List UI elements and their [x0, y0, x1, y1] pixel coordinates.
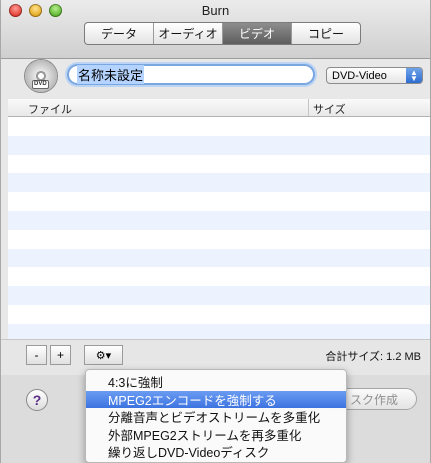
gear-menu-button[interactable]: ⚙▾ — [84, 345, 123, 365]
table-row — [8, 267, 430, 287]
tab-audio[interactable]: オーディオ — [154, 23, 223, 44]
format-popup-value: DVD-Video — [332, 69, 387, 82]
table-row — [8, 229, 430, 249]
tab-data[interactable]: データ — [85, 23, 154, 44]
table-header: ファイル サイズ — [8, 99, 430, 117]
table-row — [8, 192, 430, 211]
mode-tabs: データ オーディオ ビデオ コピー — [84, 22, 361, 45]
tab-copy[interactable]: コピー — [292, 23, 360, 44]
table-row — [8, 117, 430, 136]
table-row — [8, 210, 430, 230]
format-popup[interactable]: DVD-Video ▲ ▼ — [326, 67, 423, 84]
help-button[interactable]: ? — [26, 389, 48, 411]
table-row — [8, 173, 430, 193]
menu-item-remux-mpeg2[interactable]: 外部MPEG2ストリームを再多重化 — [86, 426, 346, 444]
titlebar: Burn データ オーディオ ビデオ コピー — [1, 0, 430, 59]
remove-item-button[interactable]: - — [26, 345, 47, 365]
menu-item-force-4-3[interactable]: 4:3に強制 — [86, 373, 346, 391]
gear-icon: ⚙▾ — [95, 349, 112, 362]
disc-label: DVD — [32, 80, 49, 89]
column-header-size[interactable]: サイズ — [313, 101, 346, 117]
add-item-button[interactable]: + — [50, 345, 71, 365]
column-header-file[interactable]: ファイル — [28, 101, 72, 117]
table-row — [8, 154, 430, 174]
menu-item-force-mpeg2-encode[interactable]: MPEG2エンコードを強制する — [86, 390, 346, 408]
disc-name-value: 名称未設定 — [77, 65, 145, 84]
table-row — [8, 248, 430, 268]
menu-item-mux-audio-video[interactable]: 分離音声とビデオストリームを多重化 — [86, 408, 346, 426]
window-title: Burn — [201, 3, 230, 18]
file-table[interactable]: ファイル サイズ — [8, 99, 430, 343]
table-row — [8, 304, 430, 324]
disc-name-input[interactable]: 名称未設定 — [67, 64, 315, 85]
table-row — [8, 286, 430, 305]
updown-arrows-icon: ▲ ▼ — [406, 68, 422, 83]
table-row — [8, 135, 430, 155]
total-size-label: 合計サイズ: 1.2 MB — [325, 351, 421, 363]
tab-video[interactable]: ビデオ — [223, 23, 292, 44]
menu-item-loop-dvd[interactable]: 繰り返しDVD-Videoディスク — [86, 443, 346, 461]
gear-dropdown-menu: 4:3に強制 MPEG2エンコードを強制する 分離音声とビデオストリームを多重化… — [85, 369, 347, 463]
burn-window: Burn データ オーディオ ビデオ コピー DVD 名称未設定 DVD-Vid… — [0, 0, 431, 463]
table-rows — [8, 117, 430, 343]
column-divider — [308, 99, 309, 116]
